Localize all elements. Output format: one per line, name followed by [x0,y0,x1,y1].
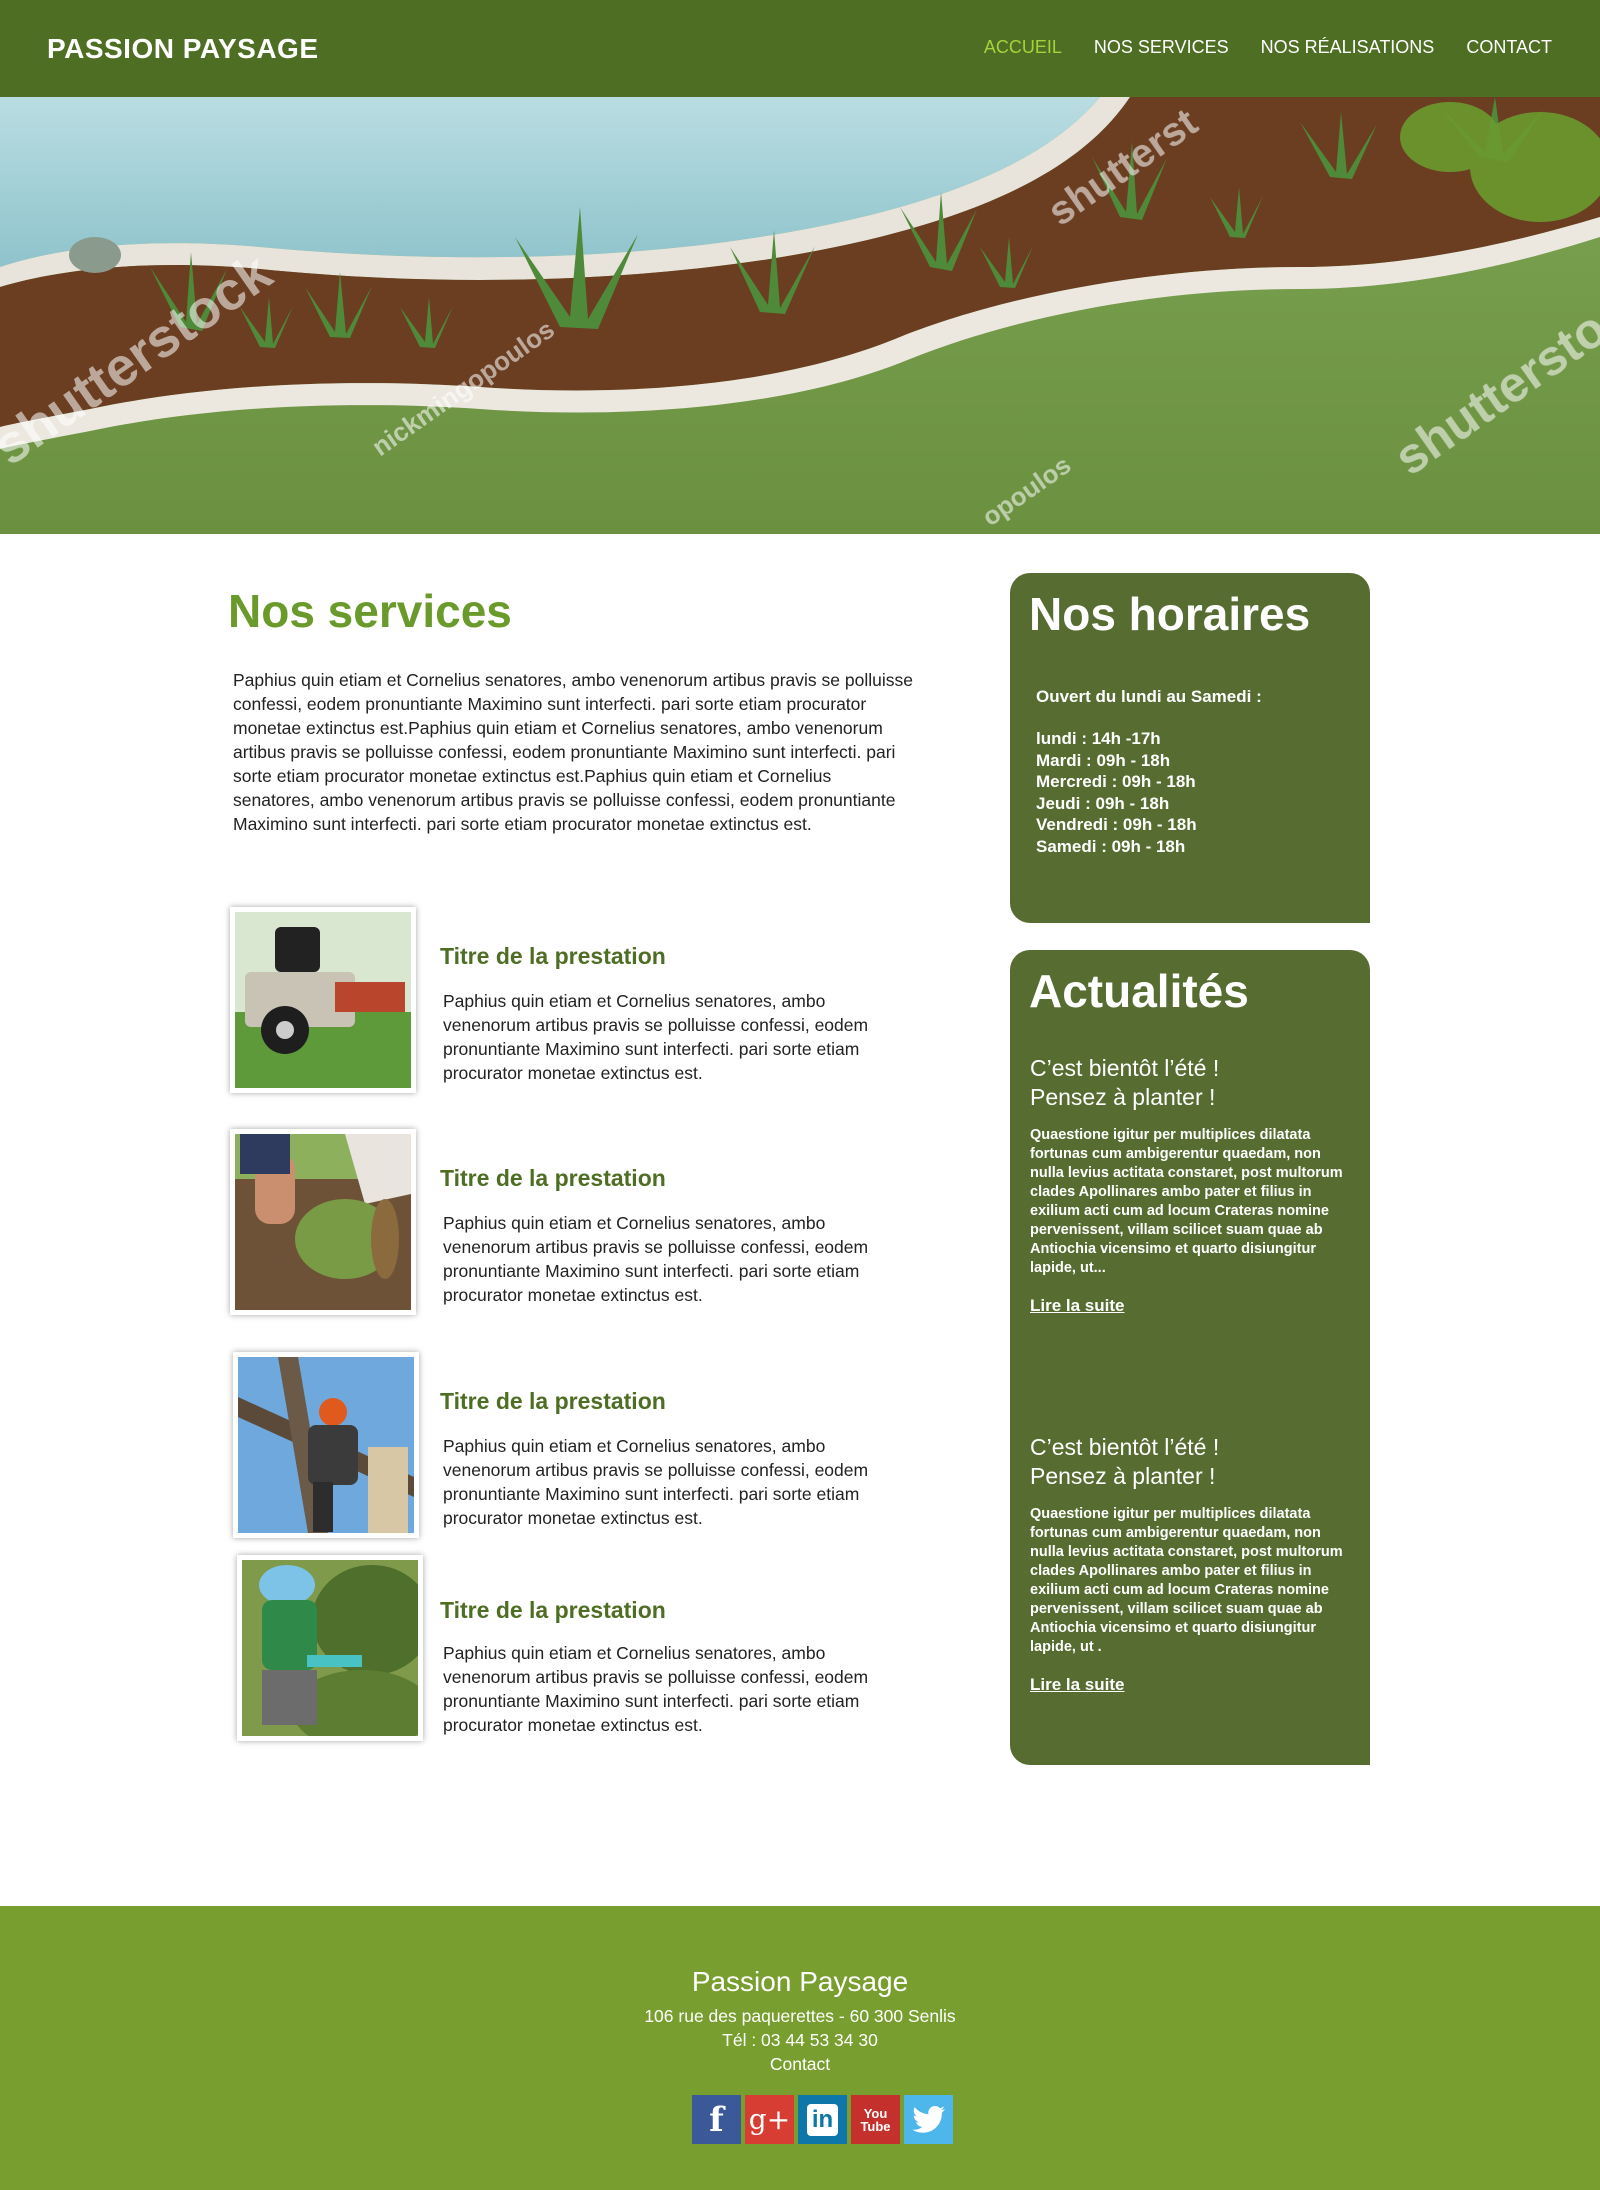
hours-line: Jeudi : 09h - 18h [1036,793,1170,813]
hours-line: Mercredi : 09h - 18h [1036,772,1196,791]
service-thumbnail[interactable] [233,1352,419,1538]
service-thumbnail[interactable] [237,1555,423,1741]
twitter-icon[interactable] [904,2095,953,2144]
twitter-bird-shape [912,2105,945,2133]
footer-address: 106 rue des paquerettes - 60 300 Senlis [644,2006,956,2026]
news-item-title-line: Pensez à planter ! [1030,1463,1216,1489]
news-item-text: Quaestione igitur per multiplices dilata… [1030,1127,1343,1276]
service-title: Titre de la prestation [440,943,666,969]
news-item-text: Quaestione igitur per multiplices dilata… [1030,1506,1343,1655]
service-title: Titre de la prestation [440,1388,666,1414]
service-text: Paphius quin etiam et Cornelius senatore… [443,1213,869,1305]
news-item-title-line: C’est bientôt l’été ! [1030,1055,1220,1081]
service-text: Paphius quin etiam et Cornelius senatore… [443,991,869,1083]
hours-title: Nos horaires [1029,588,1311,640]
nav-accueil[interactable]: ACCUEIL [984,37,1062,58]
tree-pruning-photo [238,1357,414,1533]
google-plus-glyph: g+ [748,2103,791,2136]
service-text: Paphius quin etiam et Cornelius senatore… [443,1436,869,1528]
hours-line: Samedi : 09h - 18h [1036,836,1186,856]
footer-contact-link[interactable]: Contact [0,2054,1600,2075]
site-footer: Passion Paysage 106 rue des paquerettes … [0,1906,1600,2190]
facebook-glyph: f [709,2099,724,2140]
nav-contact[interactable]: CONTACT [1466,37,1552,58]
linkedin-glyph: in [806,2103,839,2136]
footer-company-name: Passion Paysage [691,1966,909,1997]
news-item-title: C’est bientôt l’été ! Pensez à planter ! [1030,1054,1350,1112]
news-panel: Actualités C’est bientôt l’été ! Pensez … [1010,950,1370,1765]
hedge-trimming-photo [242,1560,418,1736]
service-item: Titre de la prestation Paphius quin etia… [230,1555,930,1745]
service-item: Titre de la prestation Paphius quin etia… [230,1129,930,1319]
hours-list: lundi : 14h -17h Mardi : 09h - 18h Mercr… [1036,728,1197,857]
youtube-glyph: You Tube [860,2105,891,2134]
service-thumbnail[interactable] [230,1129,416,1315]
facebook-icon[interactable]: f [692,2095,741,2144]
youtube-icon[interactable]: You Tube [851,2095,900,2144]
news-item-title-line: C’est bientôt l’été ! [1030,1434,1220,1460]
hours-intro: Ouvert du lundi au Samedi : [1036,687,1262,706]
news-title: Actualités [1029,965,1249,1017]
service-text: Paphius quin etiam et Cornelius senatore… [443,1643,869,1735]
turf-roll-photo [235,1134,411,1310]
social-links: f g+ in You Tube [692,2095,953,2144]
hours-line: Vendredi : 09h - 18h [1036,815,1197,834]
site-header: PASSION PAYSAGE ACCUEIL NOS SERVICES NOS… [0,0,1600,97]
lawn-mower-photo [235,912,411,1088]
footer-phone: Tél : 03 44 53 34 30 [722,2030,878,2050]
news-item-title: C’est bientôt l’été ! Pensez à planter ! [1030,1433,1350,1491]
service-item: Titre de la prestation Paphius quin etia… [230,907,930,1097]
read-more-link[interactable]: Lire la suite [1030,1675,1124,1695]
news-item-title-line: Pensez à planter ! [1030,1084,1216,1110]
main-nav: ACCUEIL NOS SERVICES NOS RÉALISATIONS CO… [952,37,1552,58]
google-plus-icon[interactable]: g+ [745,2095,794,2144]
read-more-link[interactable]: Lire la suite [1030,1296,1124,1316]
hours-line: Mardi : 09h - 18h [1036,750,1171,770]
hero-garden-image: shutterstock nickmingopoulos shutterst s… [0,97,1600,534]
hours-panel: Nos horaires Ouvert du lundi au Samedi :… [1010,573,1370,923]
nav-nos-services[interactable]: NOS SERVICES [1094,37,1229,58]
hours-line: lundi : 14h -17h [1036,729,1161,748]
services-intro: Paphius quin etiam et Cornelius senatore… [233,670,913,834]
news-item: C’est bientôt l’été ! Pensez à planter !… [1030,1433,1350,1695]
linkedin-icon[interactable]: in [798,2095,847,2144]
service-title: Titre de la prestation [440,1165,666,1191]
news-item: C’est bientôt l’été ! Pensez à planter !… [1030,1054,1350,1316]
nav-nos-realisations[interactable]: NOS RÉALISATIONS [1261,37,1435,58]
service-thumbnail[interactable] [230,907,416,1093]
site-logo[interactable]: PASSION PAYSAGE [47,33,319,65]
service-title: Titre de la prestation [440,1597,666,1623]
service-item: Titre de la prestation Paphius quin etia… [230,1352,930,1542]
services-title: Nos services [228,585,512,637]
